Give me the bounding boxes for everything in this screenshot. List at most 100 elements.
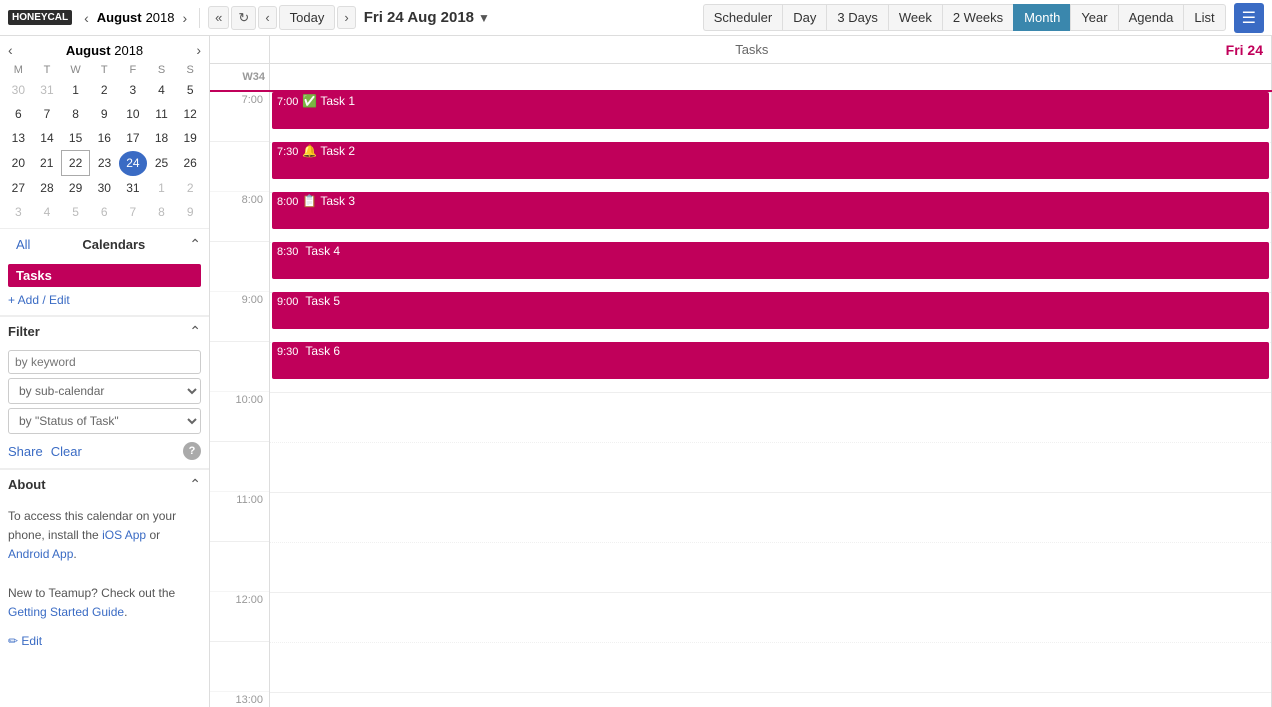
mini-cal-day[interactable]: 7: [33, 102, 62, 126]
half-hour-line: [270, 542, 1271, 543]
event-task3[interactable]: 8:00📋Task 3: [272, 192, 1269, 229]
mini-cal-day[interactable]: 6: [4, 102, 33, 126]
calendars-section-header[interactable]: All Calendars ⌃: [0, 228, 209, 260]
all-link[interactable]: All: [8, 235, 38, 254]
mini-cal-day[interactable]: 16: [90, 126, 119, 151]
mini-cal-prev-btn[interactable]: ‹: [80, 8, 93, 28]
mini-cal-day[interactable]: 15: [61, 126, 90, 151]
mini-cal-day[interactable]: 24: [119, 151, 148, 176]
share-link[interactable]: Share: [8, 444, 43, 459]
mini-cal-day[interactable]: 8: [147, 200, 176, 224]
mini-cal-day[interactable]: 17: [119, 126, 148, 151]
filter-section-header[interactable]: Filter ⌃: [0, 316, 209, 346]
keyword-filter-input[interactable]: [8, 350, 201, 374]
view-3days-btn[interactable]: 3 Days: [826, 4, 887, 31]
ios-app-link[interactable]: iOS App: [102, 528, 146, 542]
mini-cal-day[interactable]: 7: [119, 200, 148, 224]
mini-cal-day[interactable]: 12: [176, 102, 205, 126]
mini-cal-day[interactable]: 11: [147, 102, 176, 126]
mini-cal-day[interactable]: 10: [119, 102, 148, 126]
event-task6[interactable]: 9:30Task 6: [272, 342, 1269, 379]
mini-cal-day[interactable]: 9: [176, 200, 205, 224]
mini-cal-day[interactable]: 22: [61, 151, 90, 176]
hour-line: [270, 392, 1271, 393]
mini-cal-day[interactable]: 1: [147, 176, 176, 201]
clear-link[interactable]: Clear: [51, 444, 82, 459]
mini-cal-day[interactable]: 18: [147, 126, 176, 151]
help-icon[interactable]: ?: [183, 442, 201, 460]
mini-cal-day[interactable]: 5: [61, 200, 90, 224]
mini-cal-day[interactable]: 30: [90, 176, 119, 201]
mini-cal-sidebar-prev[interactable]: ‹: [8, 42, 13, 58]
mini-cal-day[interactable]: 28: [33, 176, 62, 201]
mini-cal-day[interactable]: 29: [61, 176, 90, 201]
view-month-btn[interactable]: Month: [1013, 4, 1070, 31]
time-grid-container[interactable]: 7:008:009:0010:0011:0012:0013:0014:00 7:…: [210, 92, 1272, 707]
android-app-link[interactable]: Android App: [8, 547, 73, 561]
view-week-btn[interactable]: Week: [888, 4, 942, 31]
edit-anchor[interactable]: ✏ Edit: [8, 634, 42, 648]
event-task5[interactable]: 9:00Task 5: [272, 292, 1269, 329]
edit-link-container[interactable]: ✏ Edit: [0, 630, 209, 656]
event-task1[interactable]: 7:00✅Task 1: [272, 92, 1269, 129]
view-year-btn[interactable]: Year: [1070, 4, 1117, 31]
hour-line: [270, 692, 1271, 693]
mini-cal-day[interactable]: 8: [61, 102, 90, 126]
event-task4[interactable]: 8:30Task 4: [272, 242, 1269, 279]
view-2weeks-btn[interactable]: 2 Weeks: [942, 4, 1013, 31]
mini-cal-day[interactable]: 4: [33, 200, 62, 224]
prev-btn[interactable]: ‹: [258, 6, 276, 29]
mini-cal-day[interactable]: 3: [119, 78, 148, 102]
mini-cal-day[interactable]: 30: [4, 78, 33, 102]
mini-cal-day[interactable]: 31: [119, 176, 148, 201]
time-slot-half: [210, 442, 269, 492]
double-prev-btn[interactable]: «: [208, 6, 229, 29]
next-btn[interactable]: ›: [337, 6, 355, 29]
mini-cal-day[interactable]: 20: [4, 151, 33, 176]
view-scheduler-btn[interactable]: Scheduler: [703, 4, 783, 31]
refresh-btn[interactable]: ↻: [231, 6, 256, 30]
calendars-toggle-icon[interactable]: ⌃: [189, 236, 201, 253]
day-column-header: Tasks Fri 24: [270, 36, 1272, 63]
view-agenda-btn[interactable]: Agenda: [1118, 4, 1184, 31]
time-slot-hour: 11:00: [210, 492, 269, 542]
day-number-label: Fri 24: [1226, 42, 1263, 58]
mini-cal-day[interactable]: 19: [176, 126, 205, 151]
mini-cal-day[interactable]: 9: [90, 102, 119, 126]
mini-cal-day[interactable]: 6: [90, 200, 119, 224]
mini-cal-day[interactable]: 2: [90, 78, 119, 102]
mini-cal-day[interactable]: 4: [147, 78, 176, 102]
current-date-display[interactable]: Fri 24 Aug 2018 ▼: [364, 9, 490, 26]
mini-cal-day[interactable]: 2: [176, 176, 205, 201]
subcal-filter-select[interactable]: by sub-calendar: [8, 378, 201, 404]
menu-btn[interactable]: ☰: [1234, 3, 1264, 33]
mini-cal-sidebar-next[interactable]: ›: [196, 42, 201, 58]
calendar-tasks-item[interactable]: Tasks: [0, 260, 209, 291]
mini-cal-day[interactable]: 27: [4, 176, 33, 201]
view-day-btn[interactable]: Day: [782, 4, 826, 31]
mini-cal-day[interactable]: 3: [4, 200, 33, 224]
mini-cal-day[interactable]: 13: [4, 126, 33, 151]
mini-cal-day[interactable]: 14: [33, 126, 62, 151]
mini-cal-day[interactable]: 21: [33, 151, 62, 176]
getting-started-link[interactable]: Getting Started Guide: [8, 605, 124, 619]
mini-cal-next-btn[interactable]: ›: [179, 8, 192, 28]
mini-cal-day[interactable]: 26: [176, 151, 205, 176]
time-slot-half: [210, 642, 269, 692]
mini-cal-day[interactable]: 23: [90, 151, 119, 176]
add-edit-link[interactable]: + Add / Edit: [0, 291, 209, 315]
about-section-header[interactable]: About ⌃: [0, 469, 209, 499]
mini-cal-day[interactable]: 1: [61, 78, 90, 102]
event-task2[interactable]: 7:30🔔Task 2: [272, 142, 1269, 179]
calendar-area: Tasks Fri 24 W34 7:008:009:0010:0011:001…: [210, 36, 1272, 707]
filter-toggle-icon[interactable]: ⌃: [189, 323, 201, 340]
view-list-btn[interactable]: List: [1183, 4, 1225, 31]
mini-cal-day[interactable]: 31: [33, 78, 62, 102]
about-toggle-icon[interactable]: ⌃: [189, 476, 201, 493]
status-filter-select[interactable]: by "Status of Task": [8, 408, 201, 434]
add-edit-anchor[interactable]: + Add / Edit: [8, 293, 70, 307]
mini-cal-day[interactable]: 5: [176, 78, 205, 102]
mini-cal-day[interactable]: 25: [147, 151, 176, 176]
today-btn[interactable]: Today: [279, 5, 336, 30]
event-title: Task 1: [320, 94, 355, 108]
